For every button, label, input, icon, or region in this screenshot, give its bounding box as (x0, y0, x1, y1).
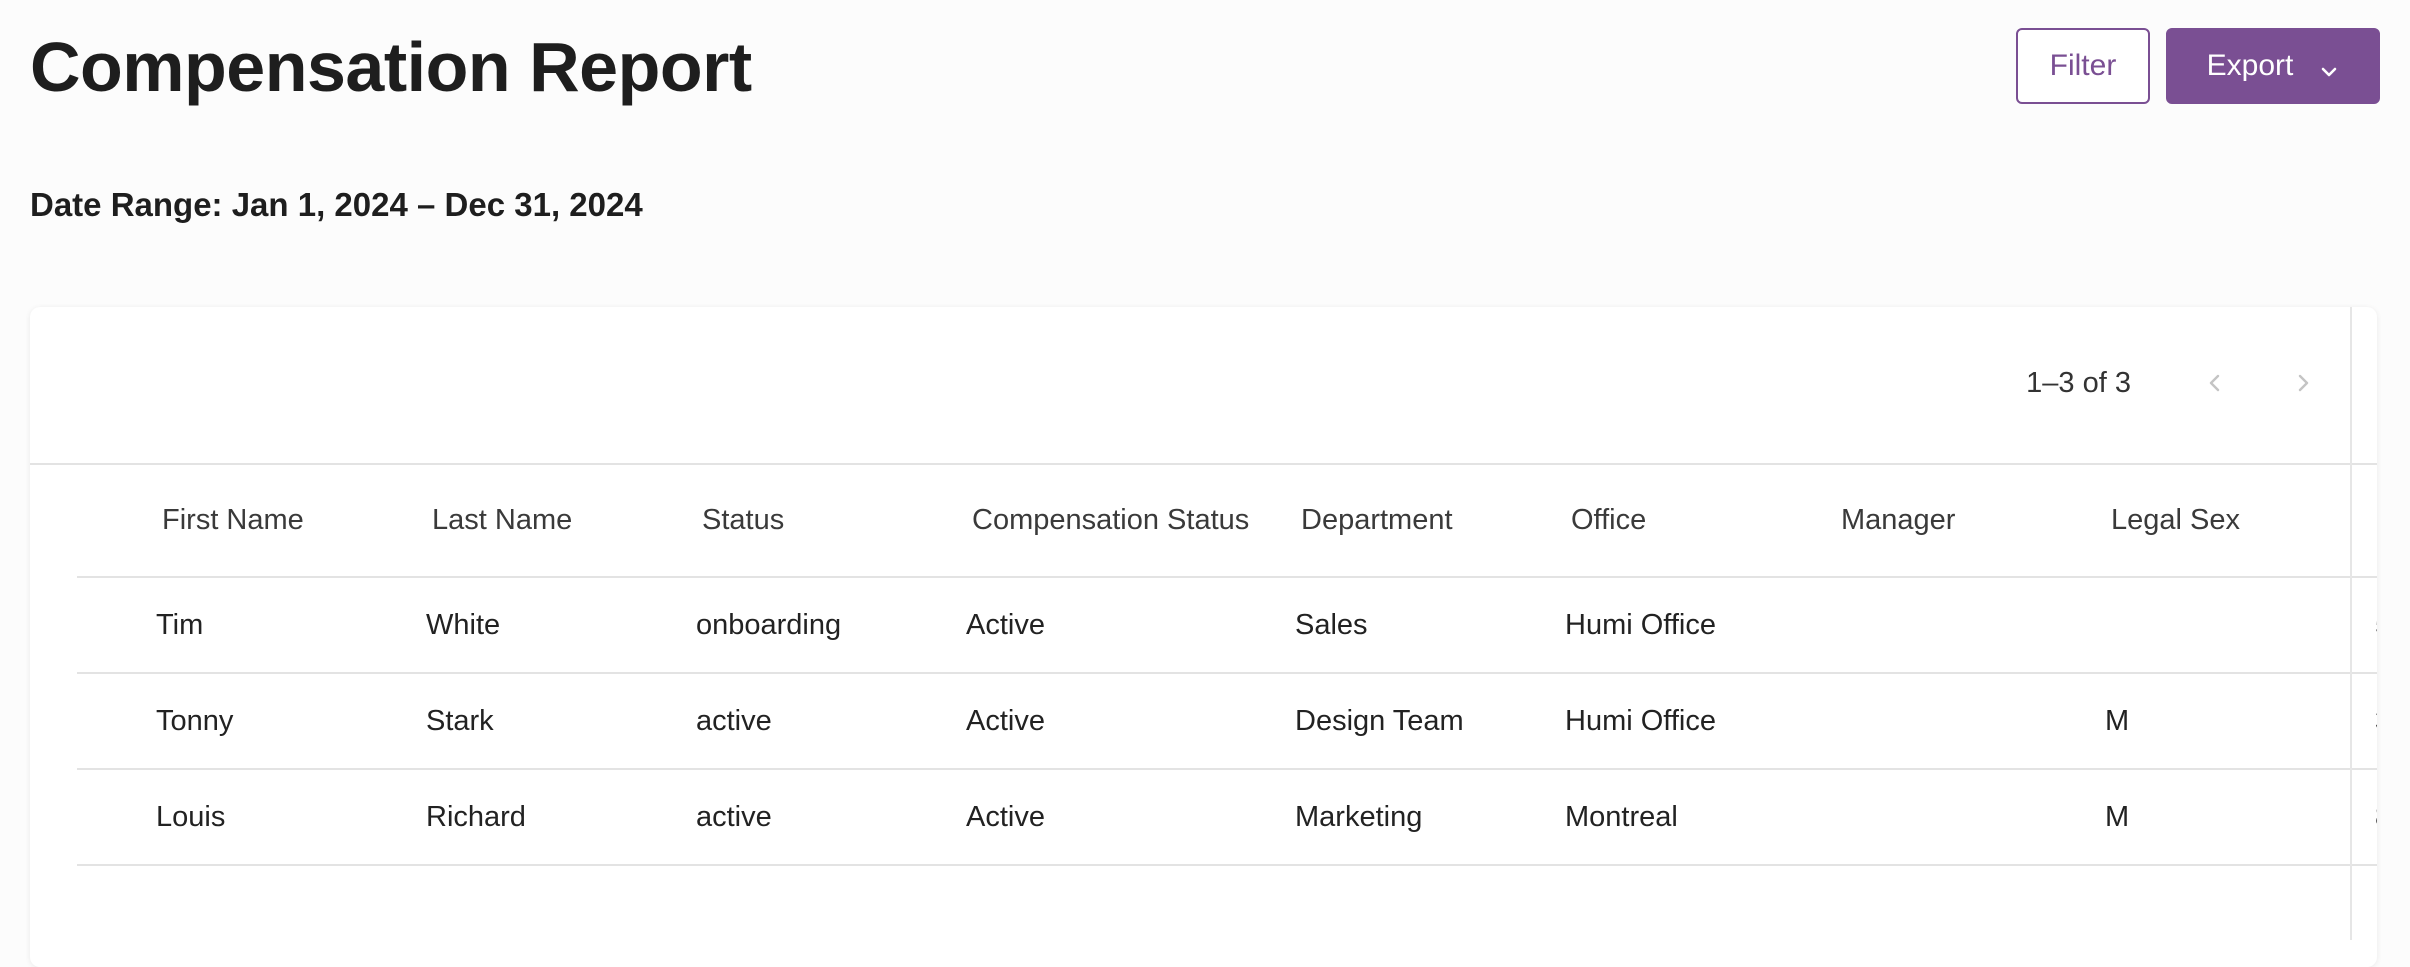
table-toolbar: 1–3 of 3 (30, 307, 2377, 465)
cell-office: Humi Office (1565, 704, 1716, 737)
cell-status: active (696, 704, 772, 737)
chevron-right-icon (2298, 374, 2309, 392)
table-header-row: First Name Last Name Status Compensation… (77, 465, 2377, 578)
cell-last-name: Stark (426, 704, 494, 737)
cell-last-name: Richard (426, 800, 526, 833)
cell-first-name: Louis (156, 800, 226, 833)
cell-compensation-status: Active (966, 800, 1045, 833)
cell-office: Montreal (1565, 800, 1678, 833)
column-header-compensation-status[interactable]: Compensation Status (972, 465, 1249, 576)
cell-legal-sex: M (2105, 800, 2130, 833)
column-header-last-name[interactable]: Last Name (432, 465, 572, 576)
column-header-status[interactable]: Status (702, 465, 784, 576)
cell-overflow: 5 (2375, 578, 2377, 672)
page-title: Compensation Report (30, 28, 752, 106)
column-header-office[interactable]: Office (1571, 465, 1646, 576)
cell-legal-sex: M (2105, 704, 2130, 737)
compensation-table: First Name Last Name Status Compensation… (77, 465, 2377, 866)
toolbar: Filter Export (2016, 28, 2380, 104)
cell-status: active (696, 800, 772, 833)
filter-button-label: Filter (2049, 49, 2117, 82)
cell-department: Sales (1295, 608, 1368, 641)
previous-page-button[interactable] (2191, 359, 2239, 407)
cell-department: Design Team (1295, 704, 1464, 737)
cell-first-name: Tim (156, 608, 204, 641)
column-header-legal-sex[interactable]: Legal Sex (2111, 465, 2240, 576)
chevron-left-icon (2209, 374, 2220, 392)
cell-compensation-status: Active (966, 704, 1045, 737)
chevron-down-icon (2319, 56, 2339, 77)
date-range: Date Range: Jan 1, 2024 – Dec 31, 2024 (30, 186, 643, 223)
column-header-manager[interactable]: Manager (1841, 465, 1955, 576)
cell-department: Marketing (1295, 800, 1423, 833)
next-page-button[interactable] (2279, 359, 2327, 407)
cell-compensation-status: Active (966, 608, 1045, 641)
cell-first-name: Tonny (156, 704, 234, 737)
scroll-edge-divider (2350, 307, 2352, 940)
column-header-department[interactable]: Department (1301, 465, 1453, 576)
cell-status: onboarding (696, 608, 842, 641)
export-button-label: Export (2206, 49, 2294, 82)
table-row[interactable]: Louis Richard active Active Marketing Mo… (77, 770, 2377, 866)
cell-overflow: 3 (2375, 674, 2377, 768)
pagination: 1–3 of 3 (2026, 359, 2327, 407)
cell-overflow: 8 (2375, 770, 2377, 864)
cell-office: Humi Office (1565, 608, 1716, 641)
pagination-range: 1–3 of 3 (2026, 366, 2131, 399)
export-button[interactable]: Export (2166, 28, 2380, 104)
report-table-card: 1–3 of 3 First Name Last Name Status Com… (30, 307, 2377, 967)
table-row[interactable]: Tonny Stark active Active Design Team Hu… (77, 674, 2377, 770)
filter-button[interactable]: Filter (2016, 28, 2150, 104)
cell-last-name: White (426, 608, 501, 641)
column-header-first-name[interactable]: First Name (162, 465, 304, 576)
table-row[interactable]: Tim White onboarding Active Sales Humi O… (77, 578, 2377, 674)
